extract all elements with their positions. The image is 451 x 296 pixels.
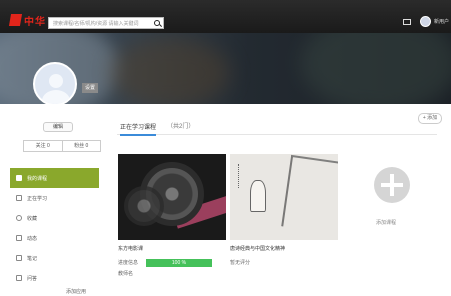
calligraphy-graphic — [238, 164, 245, 188]
course-count: （共2门） — [167, 124, 195, 130]
progress-percent: 100 % — [171, 260, 187, 266]
sidebar-item-favorites[interactable]: 收藏 — [10, 208, 99, 228]
course-tabs: 正在学习课程 （共2门） — [117, 120, 437, 136]
search-icon[interactable] — [154, 20, 160, 26]
course-teacher: 教师名 — [118, 271, 134, 277]
sidebar-item-activity[interactable]: 动态 — [10, 228, 99, 248]
sidebar-item-label: 笔记 — [27, 255, 38, 262]
sidebar-nav: 我的课程 正在学习 收藏 动态 笔记 问答 — [10, 168, 99, 288]
add-button[interactable]: + 添加 — [418, 113, 442, 124]
avatar-head-icon — [49, 74, 63, 88]
sidebar-item-qa[interactable]: 问答 — [10, 268, 99, 288]
star-icon — [16, 215, 22, 221]
avatar-body-icon — [42, 90, 70, 104]
add-app-link[interactable]: 添加应用 — [66, 288, 86, 295]
message-icon[interactable] — [403, 19, 411, 25]
sidebar-item-label: 我的课程 — [27, 175, 48, 182]
add-course-icon[interactable] — [374, 167, 410, 203]
user-name[interactable]: 新用户 — [434, 18, 449, 25]
top-bar: 中华 搜索课程/名师/机构/资源 请输入关键词 新用户 — [0, 0, 451, 33]
follow-counts: 关注 0 粉丝 0 — [23, 140, 101, 152]
following-count[interactable]: 关注 0 — [24, 141, 62, 151]
home-icon — [16, 175, 22, 181]
sidebar-item-my-courses[interactable]: 我的课程 — [10, 168, 99, 188]
sidebar-item-label: 动态 — [27, 235, 38, 242]
edit-profile-button[interactable]: 编辑 — [43, 122, 73, 132]
question-icon — [16, 275, 22, 281]
course-card-thumbnail[interactable] — [230, 154, 338, 240]
course-card-thumbnail[interactable] — [118, 154, 226, 240]
sidebar-item-label: 问答 — [27, 275, 38, 282]
followers-count[interactable]: 粉丝 0 — [61, 141, 101, 151]
film-reel-icon — [124, 186, 164, 226]
course-rating: 暂无评分 — [230, 260, 251, 266]
sidebar-item-learning[interactable]: 正在学习 — [10, 188, 99, 208]
activity-icon — [16, 235, 22, 241]
ink-tree-graphic — [281, 154, 338, 234]
user-avatar[interactable] — [420, 16, 431, 27]
sidebar-item-label: 正在学习 — [27, 195, 48, 202]
profile-avatar[interactable] — [33, 62, 77, 106]
course-progress-bar: 100 % — [146, 259, 212, 267]
site-logo[interactable]: 中华 — [8, 13, 46, 28]
add-course-label[interactable]: 添加课程 — [376, 219, 396, 226]
course-progress-text: 进度信息 — [118, 260, 139, 266]
logo-mark-icon — [8, 14, 23, 26]
avatar-settings-button[interactable]: 设置 — [82, 83, 98, 93]
book-icon — [16, 195, 22, 201]
tab-learning-courses[interactable]: 正在学习课程 — [120, 122, 157, 136]
course-title[interactable]: 东方电影课 — [118, 245, 143, 252]
sidebar-item-notes[interactable]: 笔记 — [10, 248, 99, 268]
course-title[interactable]: 唐诗经典与中国文化精神 — [230, 245, 285, 252]
poet-figure-graphic — [250, 180, 266, 212]
sidebar-item-label: 收藏 — [27, 215, 38, 222]
pencil-icon — [16, 255, 22, 261]
search-input[interactable]: 搜索课程/名师/机构/资源 请输入关键词 — [48, 17, 164, 29]
search-placeholder: 搜索课程/名师/机构/资源 请输入关键词 — [53, 21, 139, 27]
logo-text: 中华 — [24, 16, 46, 28]
